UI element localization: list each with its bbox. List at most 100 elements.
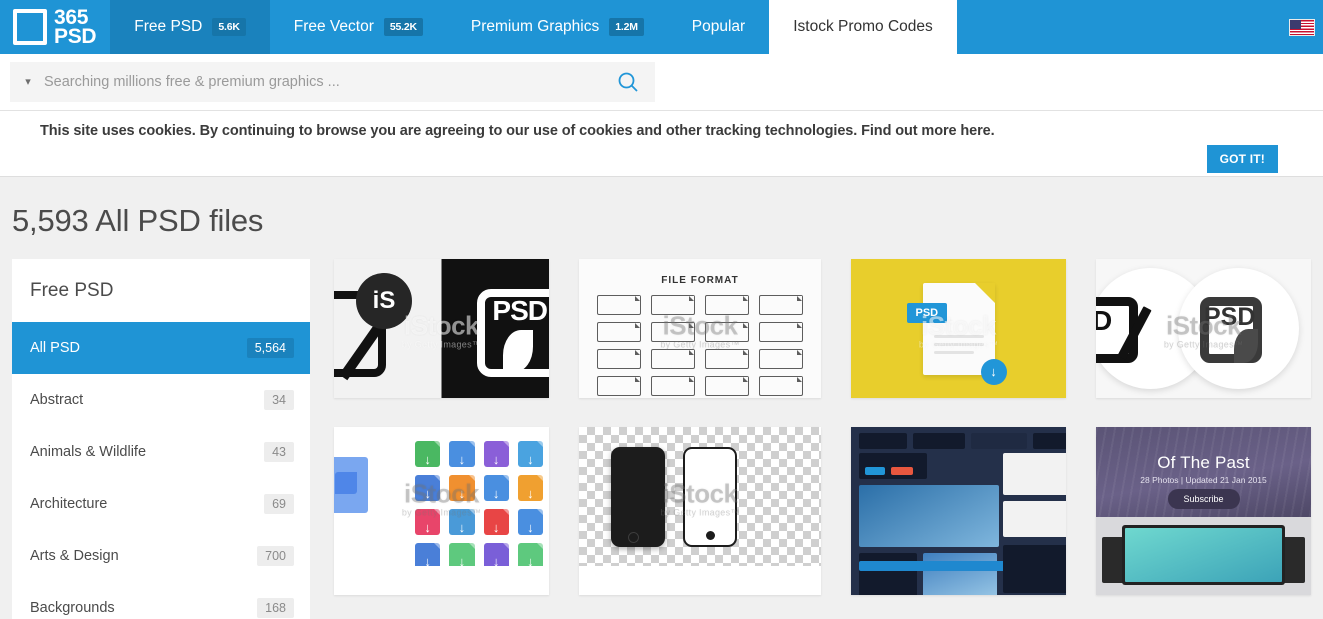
file-icon [517, 475, 543, 501]
sidebar-item-label: Architecture [30, 496, 108, 512]
sidebar-item-animals-wildlife[interactable]: Animals & Wildlife 43 [12, 426, 310, 478]
search-icon[interactable] [615, 69, 641, 95]
top-navigation-bar: 365 PSD Free PSD 5.6K Free Vector 55.2K … [0, 0, 1323, 54]
file-icon [415, 509, 441, 535]
result-card[interactable]: iStock by Getty Images™ [579, 427, 821, 595]
file-icon [517, 543, 543, 566]
sidebar-item-label: Arts & Design [30, 548, 119, 564]
file-icon [449, 509, 475, 535]
sidebar-heading: Free PSD [30, 280, 114, 301]
sidebar-item-abstract[interactable]: Abstract 34 [12, 374, 310, 426]
file-icon [705, 322, 749, 342]
thumb-title: FILE FORMAT [661, 275, 739, 286]
cookie-consent-banner: This site uses cookies. By continuing to… [0, 111, 1323, 177]
result-card[interactable]: iStock by Getty Images™ [334, 427, 549, 595]
sidebar-item-label: Abstract [30, 392, 84, 408]
sidebar-item-count: 43 [264, 442, 294, 462]
page-title: 5,593 All PSD files [12, 203, 264, 238]
ui-widget [859, 553, 917, 595]
file-icon [651, 349, 695, 369]
ui-button [891, 467, 913, 475]
file-icon [449, 475, 475, 501]
file-icon [759, 322, 803, 342]
file-icon [597, 295, 641, 315]
ui-card [1003, 453, 1066, 495]
sidebar-item-count: 34 [264, 390, 294, 410]
file-icon [705, 349, 749, 369]
file-icon [597, 322, 641, 342]
us-flag-icon[interactable] [1289, 18, 1315, 36]
ui-widget [923, 553, 997, 595]
nav-item-popular[interactable]: Popular [668, 0, 769, 54]
cookie-accept-button[interactable]: GOT IT! [1206, 145, 1278, 173]
psd-tag-label: PSD [906, 302, 948, 323]
file-icon [759, 376, 803, 396]
result-card[interactable] [851, 427, 1066, 595]
nav-item-free-vector[interactable]: Free Vector 55.2K [270, 0, 447, 54]
sidebar-item-architecture[interactable]: Architecture 69 [12, 478, 310, 530]
nav-item-label: Free PSD [134, 18, 203, 35]
subscribe-button: Subscribe [1167, 489, 1240, 509]
file-icon [759, 349, 803, 369]
file-icon [705, 295, 749, 315]
result-card[interactable]: FILE FORMAT iStock by Getty Images™ [579, 259, 821, 398]
large-file-icon [334, 457, 368, 513]
site-logo[interactable]: 365 PSD [0, 0, 110, 54]
file-icon [483, 543, 510, 566]
istock-badge: iS [356, 273, 412, 329]
result-card[interactable]: D PSD iStock by Getty Images™ [1096, 259, 1311, 398]
brand-line-2: PSD [54, 25, 97, 48]
ui-widget [859, 433, 907, 449]
result-card[interactable]: PSD ↓ iStock by Getty Images™ [851, 259, 1066, 398]
sidebar-item-count: 168 [257, 598, 294, 618]
file-icon [449, 441, 475, 467]
chevron-down-icon[interactable]: ▾ [22, 76, 34, 88]
sidebar-item-count: 700 [257, 546, 294, 566]
nav-badge-count: 55.2K [383, 18, 423, 36]
file-icon [517, 509, 543, 535]
file-icon [705, 376, 749, 396]
category-sidebar: Free PSD All PSD 5,564 Abstract 34 Anima… [12, 259, 310, 619]
thumb-of-the-past: Of The Past 28 Photos | Updated 21 Jan 2… [1096, 427, 1311, 595]
monitor-shape [1122, 525, 1285, 585]
file-icon [483, 509, 510, 535]
file-icon [517, 441, 543, 467]
search-input[interactable] [34, 74, 615, 90]
sidebar-item-label: Backgrounds [30, 600, 115, 616]
nav-item-premium-graphics[interactable]: Premium Graphics 1.2M [447, 0, 668, 54]
thumb-dark-ui-kit [851, 427, 1066, 595]
istock-watermark: iStock by Getty Images™ [401, 310, 482, 350]
nav-item-label: Istock Promo Codes [793, 18, 933, 35]
results-grid: iS PSD iStock by Getty Images™ FILE FORM… [334, 259, 1311, 619]
file-icon [651, 322, 695, 342]
cookie-more-link[interactable]: Find out more here. [861, 123, 995, 139]
file-icon [759, 295, 803, 315]
result-card[interactable]: iS PSD iStock by Getty Images™ [334, 259, 549, 398]
brand-wordmark: 365 PSD [54, 7, 97, 48]
thumb-phone-transparent: iStock by Getty Images™ [579, 427, 821, 566]
folded-corner-shape [974, 282, 995, 303]
sidebar-item-all-psd[interactable]: All PSD 5,564 [12, 322, 310, 374]
nav-item-free-psd[interactable]: Free PSD 5.6K [110, 0, 270, 54]
file-icon [415, 543, 441, 566]
ui-widget [971, 433, 1027, 449]
ui-widget [913, 433, 965, 449]
psd-label: PSD [1204, 303, 1256, 331]
sidebar-item-arts-design[interactable]: Arts & Design 700 [12, 530, 310, 582]
nav-item-istock-promo-codes[interactable]: Istock Promo Codes [769, 0, 957, 54]
thumb-psd-split: iS PSD iStock by Getty Images™ [334, 259, 549, 398]
sidebar-item-backgrounds[interactable]: Backgrounds 168 [12, 582, 310, 619]
thumb-two-circles: D PSD iStock by Getty Images™ [1096, 259, 1311, 398]
file-icon [651, 376, 695, 396]
file-icon-color-grid [415, 441, 543, 566]
content-columns: Free PSD All PSD 5,564 Abstract 34 Anima… [12, 259, 1311, 619]
ui-widget [1003, 545, 1066, 593]
ui-widget [859, 453, 927, 479]
nav-badge-count: 5.6K [212, 18, 246, 36]
result-card[interactable]: Of The Past 28 Photos | Updated 21 Jan 2… [1096, 427, 1311, 595]
nav-item-label: Premium Graphics [470, 18, 600, 35]
search-bar-container: ▾ [0, 54, 1323, 111]
cookie-message: This site uses cookies. By continuing to… [40, 123, 1273, 139]
nav-item-label: Free Vector [293, 18, 374, 35]
